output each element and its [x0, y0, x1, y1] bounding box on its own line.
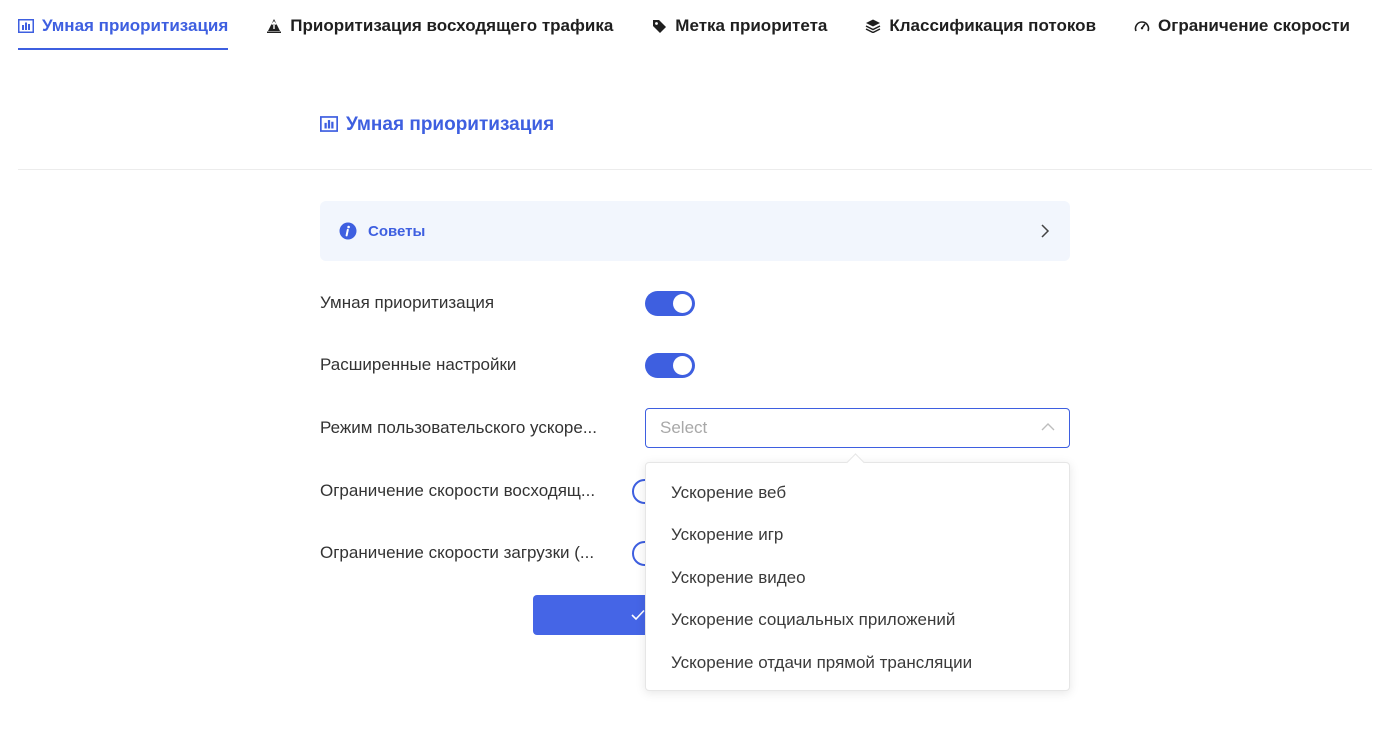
toggle-knob — [673, 356, 692, 375]
smart-priority-row: Умная приоритизация — [320, 283, 1080, 323]
tab-bar: Умная приоритизация Приоритизация восход… — [18, 0, 1390, 56]
dropdown-option-video[interactable]: Ускорение видео — [671, 568, 806, 588]
tab-priority-tag[interactable]: Метка приоритета — [651, 0, 827, 52]
info-icon — [339, 222, 357, 240]
custom-mode-select[interactable]: Select — [645, 408, 1070, 448]
dropdown-option-games[interactable]: Ускорение игр — [671, 525, 783, 545]
smart-priority-label: Умная приоритизация — [320, 293, 495, 312]
tab-label: Классификация потоков — [889, 16, 1097, 35]
section-title: Умная приоритизация — [320, 114, 554, 136]
dropdown-option-web[interactable]: Ускорение веб — [671, 483, 786, 503]
dropdown-option-social[interactable]: Ускорение социальных приложений — [671, 610, 955, 630]
upload-priority-icon — [266, 18, 282, 34]
chevron-up-icon — [1041, 423, 1055, 431]
custom-mode-dropdown: Ускорение веб Ускорение игр Ускорение ви… — [645, 462, 1070, 691]
advanced-settings-label: Расширенные настройки — [320, 355, 517, 374]
tips-label: Советы — [368, 222, 426, 240]
smart-priority-toggle[interactable] — [645, 291, 695, 316]
tab-flow-classification[interactable]: Классификация потоков — [865, 0, 1096, 52]
toggle-knob — [673, 294, 692, 313]
tag-icon — [651, 18, 667, 34]
tips-panel[interactable]: Советы — [320, 201, 1070, 261]
speedometer-icon — [1134, 18, 1150, 34]
advanced-settings-row: Расширенные настройки — [320, 345, 1080, 385]
upload-limit-label: Ограничение скорости восходящ... — [320, 481, 596, 500]
bar-chart-icon — [320, 116, 338, 134]
layers-icon — [865, 18, 881, 34]
tab-label: Ограничение скорости — [1158, 16, 1350, 35]
section-title-text: Умная приоритизация — [346, 114, 555, 135]
chevron-right-icon — [1041, 224, 1050, 238]
download-limit-label: Ограничение скорости загрузки (... — [320, 543, 595, 562]
checkmark-icon — [631, 609, 645, 621]
tab-label: Метка приоритета — [675, 16, 828, 35]
tab-label: Приоритизация восходящего трафика — [290, 16, 614, 35]
bar-chart-icon — [18, 18, 34, 34]
dropdown-option-live-stream[interactable]: Ускорение отдачи прямой трансляции — [671, 653, 972, 673]
custom-mode-row: Режим пользовательского ускоре... Select — [320, 408, 1080, 448]
tab-label: Умная приоритизация — [42, 16, 229, 35]
advanced-settings-toggle[interactable] — [645, 353, 695, 378]
custom-mode-label: Режим пользовательского ускоре... — [320, 418, 597, 437]
tab-smart-priority[interactable]: Умная приоритизация — [18, 0, 229, 52]
page: Умная приоритизация Приоритизация восход… — [0, 0, 1390, 735]
tab-speed-limit[interactable]: Ограничение скорости — [1134, 0, 1350, 52]
select-placeholder: Select — [660, 418, 708, 437]
section-divider — [18, 169, 1372, 170]
tab-upload-priority[interactable]: Приоритизация восходящего трафика — [266, 0, 613, 52]
